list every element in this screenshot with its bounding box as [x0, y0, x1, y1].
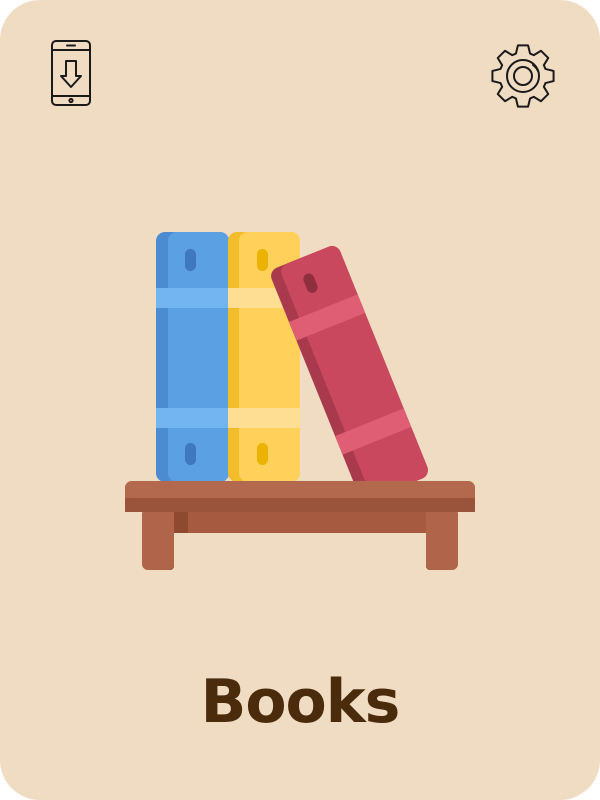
gear-hub	[513, 66, 533, 86]
gear-highlight	[532, 64, 539, 72]
flash-card[interactable]: Books	[0, 0, 600, 800]
phone-download-icon	[51, 40, 91, 106]
books-on-shelf-icon	[125, 232, 475, 570]
gear-icon	[491, 44, 555, 108]
shelf	[125, 481, 475, 570]
download-button[interactable]	[47, 38, 95, 110]
gear-outline	[491, 44, 555, 108]
card-title: Books	[200, 667, 401, 737]
settings-button[interactable]	[488, 41, 558, 111]
blue-book	[156, 232, 229, 482]
books-on-shelf-illustration	[120, 222, 480, 578]
